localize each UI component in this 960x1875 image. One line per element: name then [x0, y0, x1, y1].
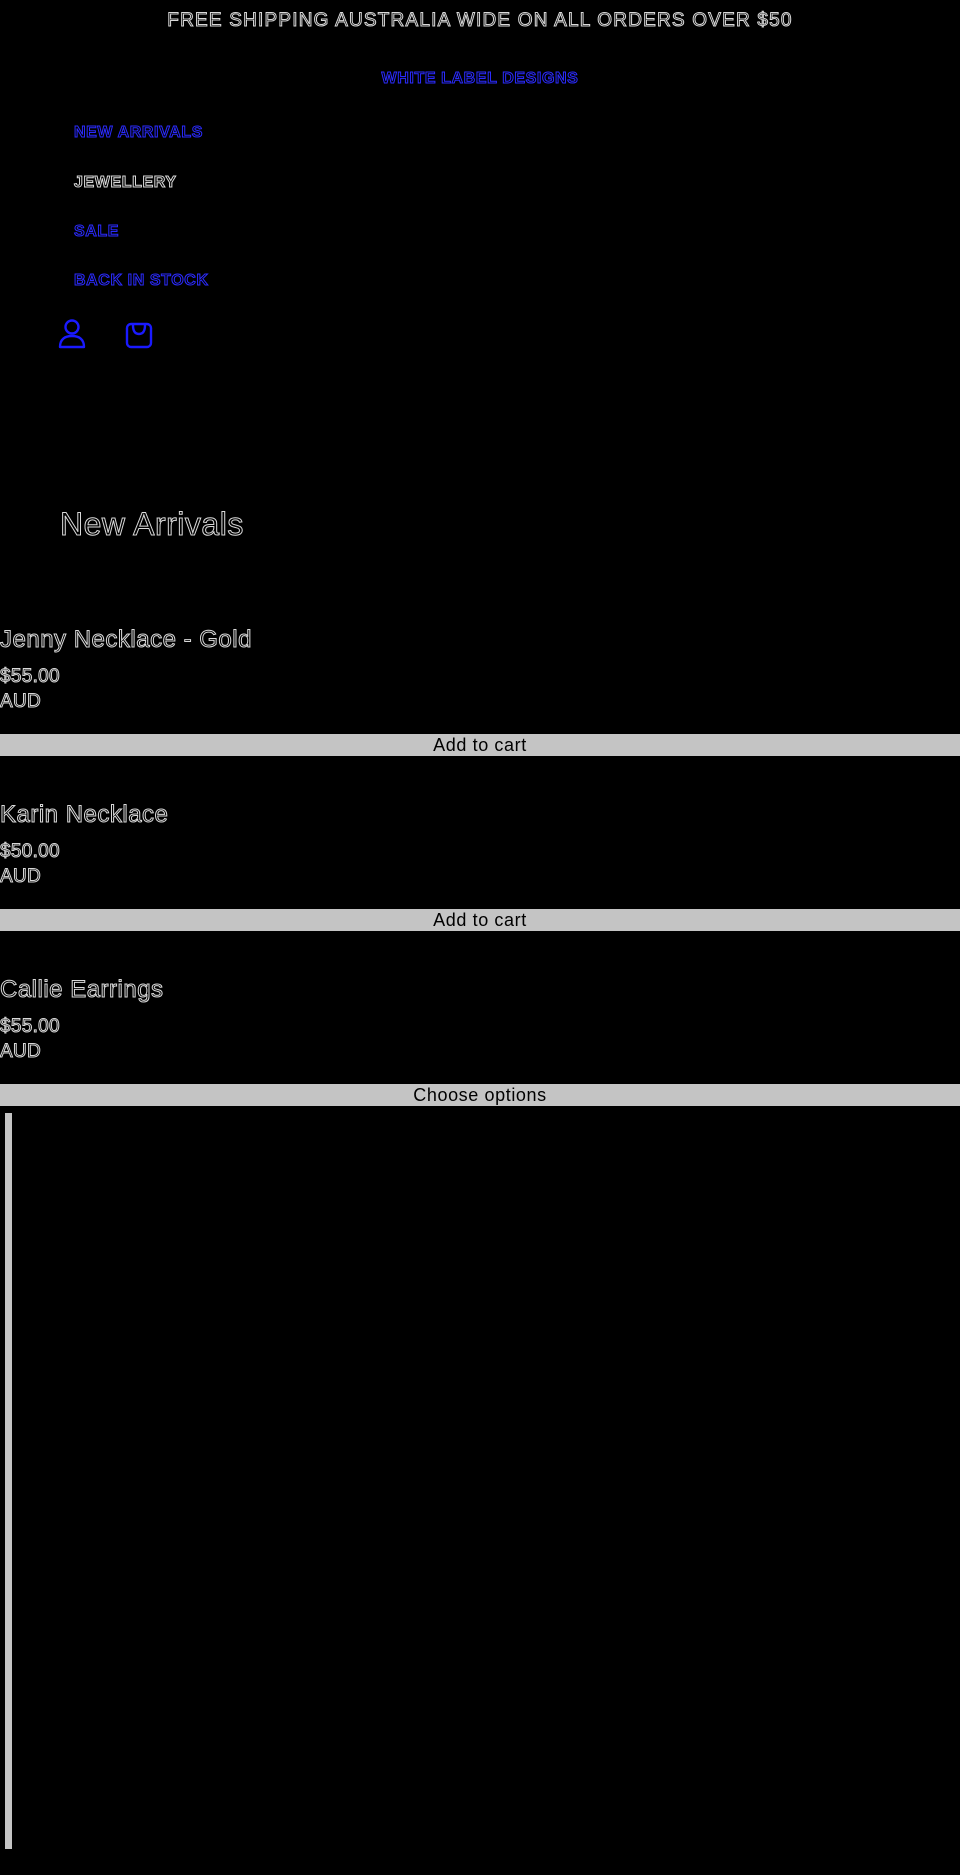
product-price: $50.00 AUD: [0, 839, 60, 889]
nav-item-jewellery[interactable]: JEWELLERY: [74, 174, 177, 192]
choose-options-button[interactable]: Choose options: [0, 1084, 960, 1106]
account-icon: [58, 319, 86, 349]
add-to-cart-button[interactable]: Add to cart: [0, 909, 960, 931]
announcement-bar: FREE SHIPPING AUSTRALIA WIDE ON ALL ORDE…: [167, 10, 793, 32]
nav-item-back-in-stock[interactable]: BACK IN STOCK: [74, 272, 209, 290]
product-price: $55.00 AUD: [0, 664, 60, 714]
add-to-cart-button[interactable]: Add to cart: [0, 734, 960, 756]
price-currency: AUD: [0, 691, 42, 713]
price-currency: AUD: [0, 1041, 42, 1063]
product-card: Jenny Necklace - Gold $55.00 AUD Add to …: [0, 626, 960, 766]
cart-icon: [125, 322, 153, 349]
brand-logo-link[interactable]: WHITE LABEL DESIGNS: [0, 70, 960, 88]
account-button[interactable]: [57, 318, 87, 350]
product-title[interactable]: Callie Earrings: [0, 976, 164, 1004]
collection-title: New Arrivals: [60, 506, 244, 543]
cart-button[interactable]: [124, 318, 154, 350]
price-amount: $50.00: [0, 841, 60, 863]
product-price: $55.00 AUD: [0, 1014, 60, 1064]
product-title[interactable]: Jenny Necklace - Gold: [0, 626, 252, 654]
nav-item-new-arrivals[interactable]: NEW ARRIVALS: [74, 124, 203, 142]
price-amount: $55.00: [0, 1016, 60, 1038]
nav-item-sale[interactable]: SALE: [73, 223, 119, 241]
product-card: Karin Necklace $50.00 AUD Add to cart: [0, 801, 960, 941]
product-card: Callie Earrings $55.00 AUD Choose option…: [0, 976, 960, 1116]
embedded-frame-scrollbar[interactable]: [5, 1113, 12, 1849]
product-title[interactable]: Karin Necklace: [0, 801, 168, 829]
price-amount: $55.00: [0, 666, 60, 688]
price-currency: AUD: [0, 866, 42, 888]
